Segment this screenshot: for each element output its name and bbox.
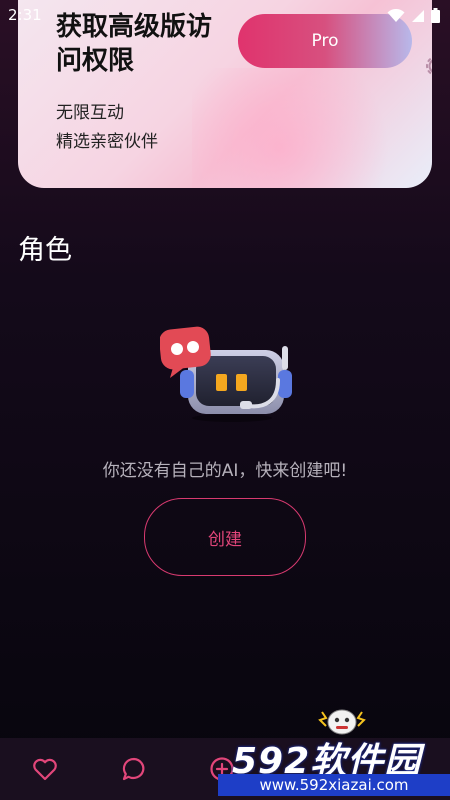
robot-mascot-icon [160, 326, 292, 422]
section-title: 角色 [18, 235, 72, 266]
watermark: 592软件园 www.592xiazai.com [218, 728, 450, 800]
status-icons [387, 8, 440, 23]
promo-glow [192, 68, 412, 188]
promo-benefit: 精选亲密伙伴 [56, 132, 158, 152]
status-time: 2:31 [8, 6, 42, 24]
create-button[interactable]: 创建 [144, 498, 306, 576]
promo-benefit: 无限互动 [56, 103, 124, 123]
wifi-icon [387, 8, 405, 22]
status-bar: 2:31 [0, 0, 450, 32]
battery-icon [431, 8, 440, 23]
signal-icon [412, 9, 424, 22]
chat-bubble-icon[interactable] [120, 755, 148, 783]
watermark-url: www.592xiazai.com [218, 774, 450, 796]
settings-gear-icon[interactable] [422, 52, 432, 80]
empty-state-message: 你还没有自己的AI，快来创建吧! [102, 461, 348, 481]
heart-icon[interactable] [31, 755, 59, 783]
